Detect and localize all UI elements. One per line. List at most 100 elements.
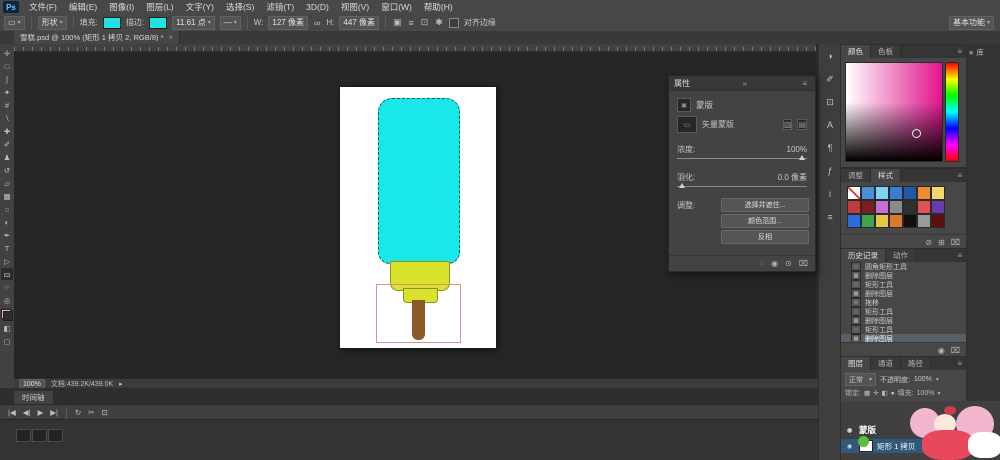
history-item[interactable]: □圆角矩形工具	[841, 262, 966, 271]
menu-file[interactable]: 文件(F)	[23, 0, 63, 14]
eye-icon[interactable]: ◉	[847, 427, 855, 434]
opacity-value[interactable]: 100%	[914, 376, 932, 383]
menu-image[interactable]: 图像(I)	[103, 0, 140, 14]
history-brush-tool[interactable]: ↺	[1, 164, 13, 176]
path-selection-tool[interactable]: ▷	[1, 255, 13, 267]
color-picker-field[interactable]	[845, 62, 943, 162]
lock-transparency-icon[interactable]: ▦	[864, 389, 870, 397]
feather-slider[interactable]	[677, 186, 807, 187]
layer-row-selected[interactable]: ◉ 矩形 1 拷贝	[841, 439, 1000, 453]
status-arrow-icon[interactable]: ▸	[119, 380, 123, 388]
clear-style-icon[interactable]: ⊘	[925, 238, 932, 247]
style-swatch[interactable]	[917, 186, 931, 200]
background-color-swatch[interactable]	[3, 311, 13, 321]
character-panel-icon[interactable]: A	[822, 118, 838, 132]
prev-frame-button[interactable]: ◀|	[23, 408, 31, 417]
layer-thumbnail[interactable]	[859, 440, 873, 452]
pen-tool[interactable]: ✒	[1, 229, 13, 241]
blend-mode-select[interactable]: 正常 ▾	[845, 373, 876, 386]
collapse-panel-icon[interactable]: »	[739, 79, 749, 88]
style-swatch[interactable]	[847, 214, 861, 228]
tab-styles[interactable]: 样式	[871, 169, 901, 182]
brush-tool[interactable]: ✐	[1, 138, 13, 150]
workspace-switcher[interactable]: 基本功能 ▾	[949, 16, 994, 30]
panel-menu-icon[interactable]: ≡	[953, 169, 966, 182]
link-dimensions-icon[interactable]: ∞	[313, 18, 321, 28]
style-swatch[interactable]	[875, 200, 889, 214]
eyedropper-tool[interactable]: ∖	[1, 112, 13, 124]
feather-slider-knob[interactable]	[679, 183, 685, 188]
style-swatch[interactable]	[861, 200, 875, 214]
play-button[interactable]: ▶	[37, 408, 43, 417]
info-panel-icon[interactable]: i	[822, 187, 838, 201]
style-swatch[interactable]	[875, 214, 889, 228]
density-slider-knob[interactable]	[799, 155, 805, 160]
style-swatch[interactable]	[903, 186, 917, 200]
style-swatch[interactable]	[931, 214, 945, 228]
tab-adjustments[interactable]: 调整	[841, 169, 871, 182]
type-tool[interactable]: T	[1, 242, 13, 254]
tab-timeline[interactable]: 时间轴	[14, 391, 53, 404]
stroke-style-select[interactable]: — ▾	[220, 16, 241, 30]
adjustments-panel-icon[interactable]: ◑	[822, 49, 838, 63]
glyphs-panel-icon[interactable]: ƒ	[822, 164, 838, 178]
style-swatch[interactable]	[917, 200, 931, 214]
history-item[interactable]: ▦删除图层	[841, 316, 966, 325]
path-operations-icon[interactable]: ▣	[392, 17, 403, 28]
tab-channels[interactable]: 通道	[871, 357, 901, 370]
style-swatch[interactable]	[889, 200, 903, 214]
style-swatch[interactable]	[861, 186, 875, 200]
add-vector-mask-icon[interactable]: ▤	[797, 119, 807, 130]
color-picker-cursor[interactable]	[912, 129, 921, 138]
new-style-icon[interactable]: ⊞	[938, 238, 945, 247]
tab-layers[interactable]: 图层	[841, 357, 871, 370]
artboard[interactable]	[340, 87, 496, 348]
style-swatch[interactable]	[875, 186, 889, 200]
screen-mode-button[interactable]: ◻	[1, 335, 13, 347]
menu-layer[interactable]: 图层(L)	[140, 0, 179, 14]
path-arrangement-icon[interactable]: ⊡	[420, 17, 430, 28]
menu-select[interactable]: 选择(S)	[220, 0, 260, 14]
style-swatch[interactable]	[903, 200, 917, 214]
select-and-mask-button[interactable]: 选择并遮住...	[721, 198, 809, 212]
magic-wand-tool[interactable]: ✦	[1, 86, 13, 98]
notes-panel-icon[interactable]: ≡	[822, 210, 838, 224]
lock-position-icon[interactable]: ✛	[873, 389, 878, 397]
disable-mask-icon[interactable]: ⊙	[785, 259, 792, 268]
feather-value[interactable]: 0.0 像素	[778, 172, 807, 183]
style-swatch[interactable]	[889, 186, 903, 200]
gradient-tool[interactable]: ▩	[1, 190, 13, 202]
fill-color-swatch[interactable]	[103, 17, 121, 29]
history-item[interactable]: □矩形工具	[841, 307, 966, 316]
history-item[interactable]: □矩形工具	[841, 280, 966, 289]
style-swatch[interactable]	[847, 200, 861, 214]
style-swatch[interactable]	[903, 214, 917, 228]
timeline-frame[interactable]	[48, 429, 63, 442]
history-item[interactable]: □矩形工具	[841, 325, 966, 334]
menu-3d[interactable]: 3D(D)	[300, 0, 335, 14]
clone-stamp-tool[interactable]: ♟	[1, 151, 13, 163]
color-range-button[interactable]: 颜色范围...	[721, 214, 809, 228]
shape-settings-gear-icon[interactable]: ✱	[434, 17, 444, 28]
style-swatch[interactable]	[931, 186, 945, 200]
rectangular-marquee-tool[interactable]: □	[1, 60, 13, 72]
load-selection-from-mask-icon[interactable]: ◌	[759, 259, 764, 268]
rectangle-tool[interactable]: ▭	[1, 268, 13, 280]
blur-tool[interactable]: ○	[1, 203, 13, 215]
lasso-tool[interactable]: ʃ	[1, 73, 13, 85]
panel-menu-icon[interactable]: ≡	[953, 249, 966, 262]
stroke-color-swatch[interactable]	[149, 17, 167, 29]
style-swatch[interactable]	[917, 214, 931, 228]
hand-tool[interactable]: ☞	[1, 281, 13, 293]
lock-all-icon[interactable]: ●	[891, 390, 895, 397]
move-tool[interactable]: ✛	[1, 47, 13, 59]
style-swatch[interactable]	[861, 214, 875, 228]
clone-source-panel-icon[interactable]: ⊡	[822, 95, 838, 109]
tab-swatches[interactable]: 色板	[871, 45, 901, 58]
delete-mask-icon[interactable]: ⌧	[799, 259, 808, 268]
invert-button[interactable]: 反相	[721, 230, 809, 244]
history-item[interactable]: ✛拖移	[841, 298, 966, 307]
new-snapshot-icon[interactable]: ◉	[938, 346, 945, 355]
hue-slider[interactable]	[945, 62, 959, 162]
style-swatch[interactable]	[931, 200, 945, 214]
